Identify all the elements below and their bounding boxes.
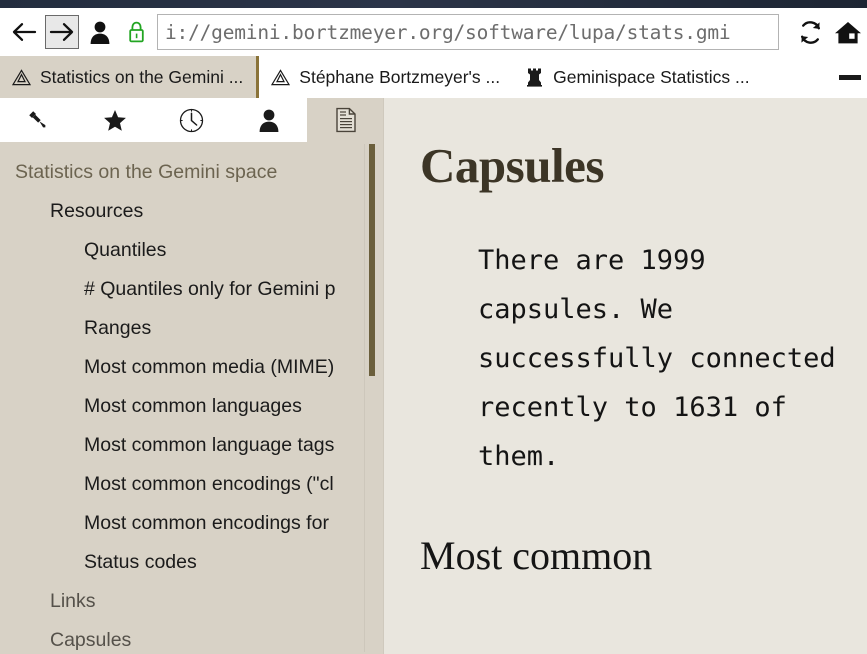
tab-overflow-button[interactable] — [839, 56, 867, 98]
browser-tab-1[interactable]: Stéphane Bortzmeyer's ... — [259, 56, 513, 98]
main-split: Statistics on the Gemini space Resources… — [0, 98, 867, 654]
outline-tree[interactable]: Statistics on the Gemini space Resources… — [0, 142, 384, 654]
browser-tab-strip: Statistics on the Gemini ... Stéphane Bo… — [0, 56, 867, 98]
browser-tab-label: Stéphane Bortzmeyer's ... — [299, 66, 501, 87]
forward-button[interactable] — [45, 15, 79, 49]
browser-toolbar: i://gemini.bortzmeyer.org/software/lupa/… — [0, 8, 867, 56]
chess-rook-icon — [525, 68, 544, 87]
outline-item[interactable]: Links — [0, 582, 384, 621]
sidebar-tab-history[interactable] — [154, 98, 231, 142]
minus-icon — [839, 74, 861, 80]
sidebar-tab-strip — [0, 98, 384, 142]
outline-item[interactable]: Ranges — [0, 309, 384, 348]
identity-button[interactable] — [83, 15, 117, 49]
browser-tab-2[interactable]: Geminispace Statistics ... — [513, 56, 762, 98]
browser-tab-label: Geminispace Statistics ... — [553, 66, 750, 87]
sidebar: Statistics on the Gemini space Resources… — [0, 98, 384, 654]
warning-triangle-icon — [271, 68, 291, 87]
pin-icon — [29, 111, 46, 128]
outline-item[interactable]: Resources — [0, 192, 384, 231]
window-titlebar — [0, 0, 867, 8]
sidebar-tab-bookmarks[interactable] — [77, 98, 154, 142]
outline-item[interactable]: Status codes — [0, 543, 384, 582]
outline-item[interactable]: Most common languages — [0, 387, 384, 426]
person-icon — [90, 21, 110, 44]
sidebar-scrollbar-thumb[interactable] — [369, 144, 375, 376]
sidebar-tab-outline[interactable] — [307, 98, 384, 142]
forward-arrow-icon — [49, 23, 74, 41]
sidebar-scrollbar[interactable] — [364, 144, 378, 652]
preformatted-block: There are 1999 capsules. We successfully… — [478, 245, 852, 472]
browser-window: i://gemini.bortzmeyer.org/software/lupa/… — [0, 0, 867, 654]
outline-item[interactable]: # Quantiles only for Gemini p — [0, 270, 384, 309]
home-button[interactable] — [831, 15, 865, 49]
address-bar[interactable]: i://gemini.bortzmeyer.org/software/lupa/… — [157, 14, 779, 50]
outline-item[interactable]: Most common language tags — [0, 426, 384, 465]
clock-icon — [180, 108, 204, 132]
outline-item[interactable]: Capsules — [0, 621, 384, 654]
browser-tab-0[interactable]: Statistics on the Gemini ... — [0, 56, 260, 98]
document-icon — [335, 107, 356, 133]
outline-item[interactable]: Most common encodings for — [0, 504, 384, 543]
home-icon — [835, 21, 861, 43]
outline-item[interactable]: Most common encodings ("cl — [0, 465, 384, 504]
sidebar-tab-identities[interactable] — [230, 98, 307, 142]
star-icon — [104, 109, 127, 131]
outline-item[interactable]: Most common media (MIME) — [0, 348, 384, 387]
lock-icon — [128, 21, 144, 43]
sidebar-tab-pinned[interactable] — [0, 98, 77, 142]
tab-strip-spacer — [763, 56, 839, 98]
warning-triangle-icon — [12, 68, 31, 87]
url-text: i://gemini.bortzmeyer.org/software/lupa/… — [165, 20, 731, 44]
page-content: Capsules There are 1999 capsules. We suc… — [384, 98, 867, 654]
outline-tree-list: Statistics on the Gemini space Resources… — [0, 142, 384, 654]
reload-icon — [800, 20, 820, 44]
reload-button[interactable] — [793, 15, 827, 49]
outline-item[interactable]: Statistics on the Gemini space — [0, 153, 384, 192]
back-button[interactable] — [7, 15, 41, 49]
person-icon — [259, 109, 279, 132]
security-indicator[interactable] — [123, 21, 149, 43]
page-title: Capsules — [420, 138, 604, 193]
back-arrow-icon — [12, 23, 37, 41]
section-heading: Most common — [420, 533, 653, 578]
browser-tab-label: Statistics on the Gemini ... — [40, 66, 244, 87]
outline-item[interactable]: Quantiles — [0, 231, 384, 270]
